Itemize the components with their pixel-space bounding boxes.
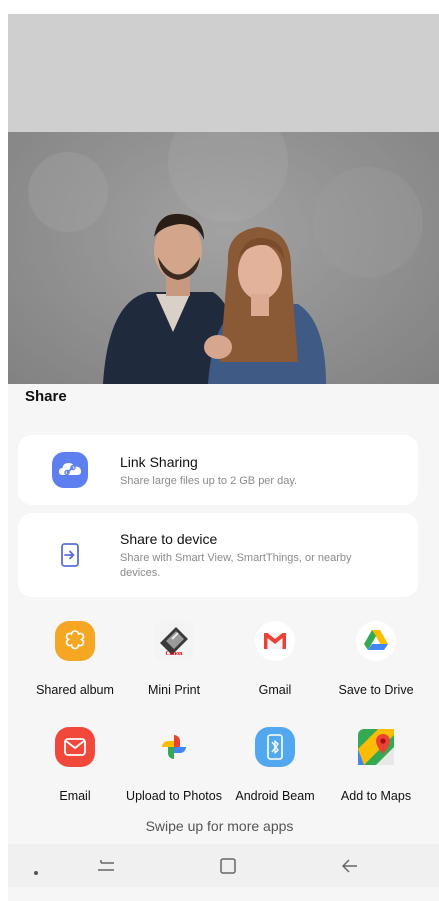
swipe-up-hint: Swipe up for more apps	[145, 818, 294, 834]
app-gmail[interactable]: Gmail	[225, 619, 325, 698]
share-to-device-option[interactable]: Share to device Share with Smart View, S…	[18, 513, 418, 597]
app-android-beam[interactable]: Android Beam	[225, 725, 325, 804]
mini-print-icon: Canon	[152, 619, 196, 663]
app-email[interactable]: Email	[25, 725, 125, 804]
screen-share-icon	[52, 537, 88, 573]
shared-album-icon	[53, 619, 97, 663]
cloud-link-icon	[52, 452, 88, 488]
app-shared-album[interactable]: Shared album	[25, 619, 125, 698]
app-label: Android Beam	[235, 789, 315, 803]
dot-icon	[33, 863, 39, 881]
navigation-bar	[8, 844, 439, 887]
maps-icon	[354, 725, 398, 769]
status-area	[8, 14, 439, 132]
home-icon[interactable]	[218, 856, 238, 881]
link-sharing-option[interactable]: Link Sharing Share large files up to 2 G…	[18, 435, 418, 505]
app-upload-to-photos[interactable]: Upload to Photos	[124, 725, 224, 804]
app-label: Upload to Photos	[126, 789, 222, 803]
photos-icon	[152, 725, 196, 769]
drive-icon	[354, 619, 398, 663]
app-label: Mini Print	[147, 683, 201, 697]
app-label: Email	[59, 789, 91, 803]
email-icon	[53, 725, 97, 769]
app-label: Gmail	[258, 683, 292, 697]
link-sharing-title: Link Sharing	[120, 454, 198, 470]
link-sharing-subtitle: Share large files up to 2 GB per day.	[120, 475, 298, 487]
share-to-device-subtitle: Share with Smart View, SmartThings, or n…	[120, 552, 352, 579]
recent-apps-icon[interactable]	[95, 856, 117, 881]
share-to-device-title: Share to device	[120, 531, 218, 547]
app-label: Add to Maps	[340, 789, 412, 803]
shared-photo-preview	[8, 132, 439, 384]
gmail-icon	[253, 619, 297, 663]
canon-logo: Canon	[165, 651, 183, 657]
app-label: Shared album	[36, 683, 114, 697]
app-save-to-drive[interactable]: Save to Drive	[326, 619, 426, 698]
app-add-to-maps[interactable]: Add to Maps	[326, 725, 426, 804]
share-sheet-title: Share	[25, 388, 67, 405]
app-label: Save to Drive	[338, 683, 414, 697]
app-mini-print[interactable]: Canon Mini Print	[124, 619, 224, 698]
bluetooth-icon	[253, 725, 297, 769]
back-icon[interactable]	[340, 856, 360, 881]
